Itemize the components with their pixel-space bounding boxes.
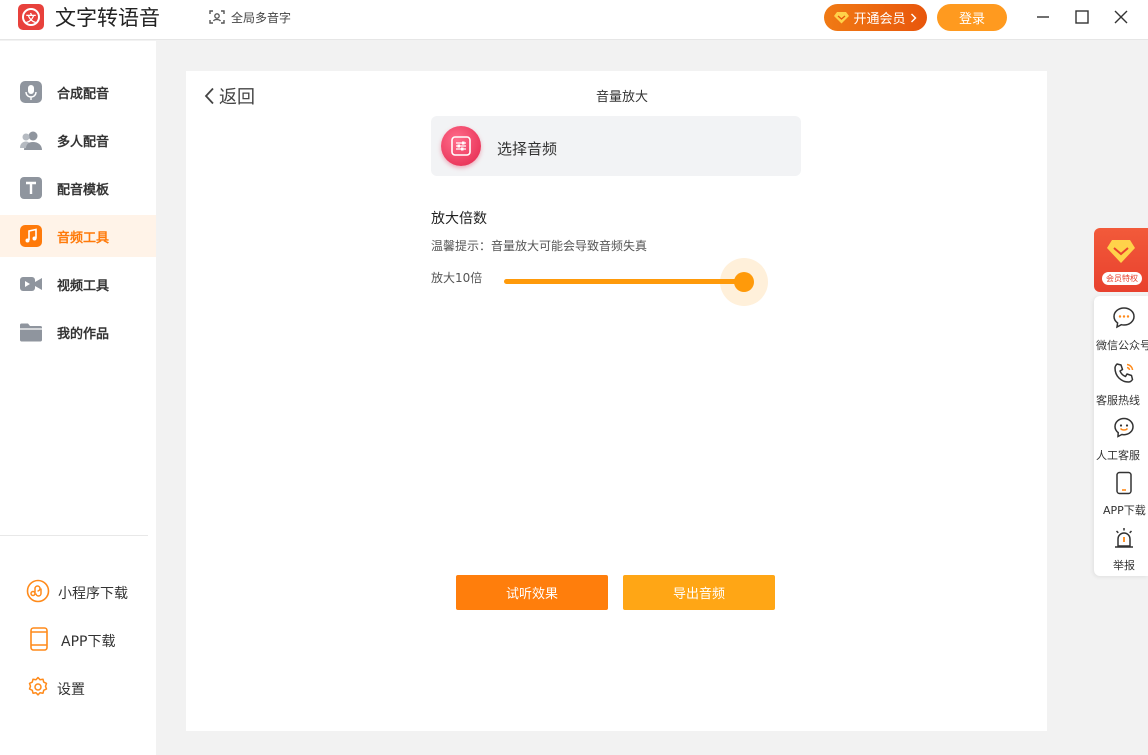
sidebar-item-templates[interactable]: 配音模板	[0, 167, 156, 209]
choose-audio-label: 选择音频	[497, 140, 558, 158]
float-item-label: 微信公众号	[1096, 339, 1148, 352]
float-item-label: 举报	[1113, 559, 1135, 572]
sidebar-app-download[interactable]: APP下载	[0, 621, 156, 657]
login-button[interactable]: 登录	[937, 4, 1007, 31]
service-hotline[interactable]: 客服热线	[1094, 357, 1148, 409]
float-item-label: APP下载	[1103, 504, 1146, 517]
app-logo-mark: 文	[22, 8, 40, 26]
sidebar-item-label: 视频工具	[57, 279, 110, 294]
float-item-label: 人工客服	[1096, 449, 1140, 462]
close-button[interactable]	[1109, 6, 1133, 28]
sidebar-item-synthesis[interactable]: 合成配音	[0, 71, 156, 113]
music-note-icon	[20, 225, 42, 247]
wechat-official-account[interactable]: 微信公众号	[1094, 302, 1148, 354]
sidebar-settings[interactable]: 设置	[0, 669, 156, 705]
video-camera-icon	[20, 277, 42, 291]
global-polyphone-button[interactable]: 全局多音字	[209, 8, 291, 26]
slider-fill	[504, 279, 744, 284]
sidebar-item-audio-tools[interactable]: 音频工具	[0, 215, 156, 257]
title-bar: 文 文字转语音 全局多音字 开通会员 登录	[0, 0, 1148, 40]
chevron-left-icon	[204, 87, 214, 105]
minimize-button[interactable]	[1031, 6, 1055, 28]
phone-icon	[30, 627, 48, 651]
human-support[interactable]: 人工客服	[1094, 412, 1148, 464]
vip-button[interactable]: 开通会员	[824, 4, 927, 31]
sidebar-item-label: 我的作品	[57, 327, 110, 342]
choose-audio-button[interactable]: 选择音频	[431, 116, 801, 176]
phone-call-icon	[1114, 363, 1134, 383]
chevron-right-icon	[910, 13, 916, 22]
sidebar-item-video-tools[interactable]: 视频工具	[0, 263, 156, 305]
amplify-slider[interactable]	[504, 257, 770, 306]
sidebar-item-multi-voice[interactable]: 多人配音	[0, 119, 156, 161]
float-app-download[interactable]: APP下载	[1094, 467, 1148, 519]
folder-icon	[20, 323, 42, 342]
floating-service-panel: 微信公众号 客服热线 人工客服 APP下载 举报	[1094, 296, 1148, 576]
sidebar-item-my-works[interactable]: 我的作品	[0, 311, 156, 353]
app-title: 文字转语音	[55, 6, 160, 30]
sidebar-item-label: 多人配音	[57, 135, 110, 150]
preview-button[interactable]: 试听效果	[456, 575, 608, 610]
minimize-icon	[1037, 16, 1049, 18]
slider-knob[interactable]	[734, 272, 754, 292]
scan-face-icon	[209, 10, 225, 24]
sidebar-footer-label: 小程序下载	[58, 586, 128, 602]
alarm-icon	[1115, 528, 1133, 548]
maximize-icon	[1075, 10, 1089, 24]
app-logo: 文	[18, 4, 44, 30]
sidebar-item-label: 配音模板	[57, 183, 110, 198]
float-item-label: 客服热线	[1096, 394, 1140, 407]
sidebar-item-label: 音频工具	[57, 231, 110, 246]
sidebar-divider	[0, 535, 148, 536]
diamond-icon	[834, 12, 850, 24]
global-polyphone-label: 全局多音字	[231, 10, 292, 25]
people-icon	[20, 131, 42, 150]
maximize-button[interactable]	[1070, 6, 1094, 28]
sidebar-footer-label: 设置	[57, 682, 85, 698]
back-label: 返回	[219, 87, 255, 108]
amplify-title: 放大倍数	[431, 211, 487, 227]
amplify-hint: 温馨提示：音量放大可能会导致音频失真	[431, 239, 648, 253]
equalizer-icon	[441, 126, 481, 166]
microphone-icon	[20, 81, 42, 103]
mobile-icon	[1116, 471, 1132, 495]
vip-privilege-label: 会员特权	[1102, 272, 1142, 285]
crown-diamond-icon	[1107, 240, 1135, 263]
report-button[interactable]: 举报	[1094, 522, 1148, 574]
page-title: 音量放大	[595, 90, 648, 105]
amplify-value-label: 放大10倍	[431, 271, 483, 285]
gear-icon	[28, 676, 48, 696]
back-button[interactable]: 返回	[204, 83, 255, 109]
smile-bubble-icon	[1114, 417, 1134, 438]
export-audio-button[interactable]: 导出音频	[623, 575, 775, 610]
close-icon	[1114, 10, 1128, 24]
main-panel: 返回 音量放大 选择音频 放大倍数 温馨提示：音量放大可能会导致音频失真 放大1…	[186, 71, 1047, 731]
sidebar-item-label: 合成配音	[57, 87, 110, 102]
sidebar-footer-label: APP下载	[61, 634, 116, 650]
sidebar: 合成配音 多人配音 配音模板 音频工具 视频工具 我的作品 小程序下载 APP下…	[0, 41, 156, 755]
mini-program-icon	[26, 579, 50, 603]
vip-button-label: 开通会员	[853, 12, 906, 27]
template-t-icon	[20, 177, 42, 199]
vip-privilege-button[interactable]: 会员特权	[1094, 228, 1148, 292]
sidebar-mini-program-download[interactable]: 小程序下载	[0, 573, 156, 609]
chat-bubble-icon	[1113, 307, 1135, 329]
